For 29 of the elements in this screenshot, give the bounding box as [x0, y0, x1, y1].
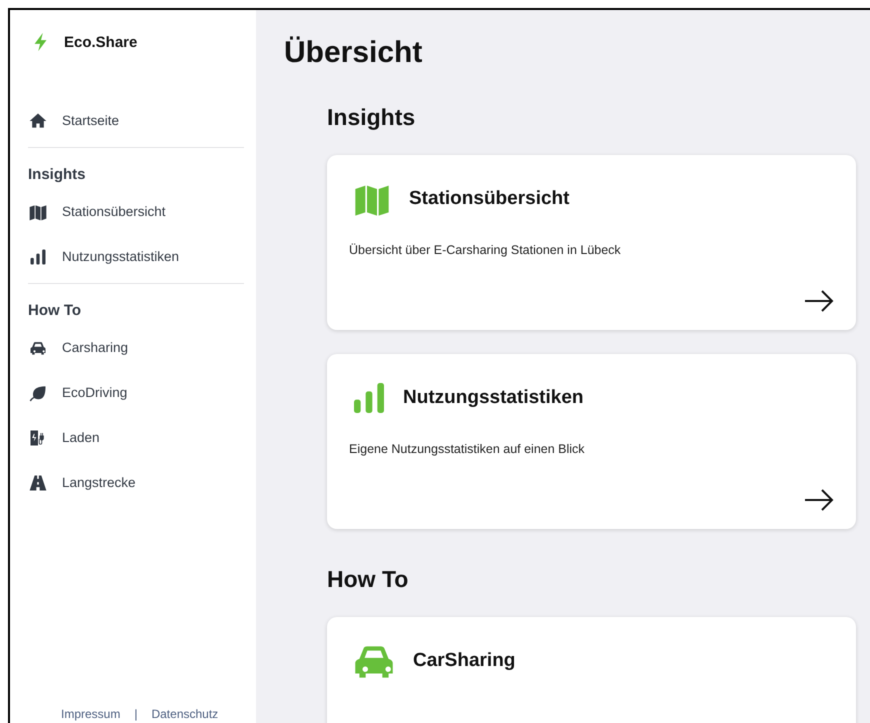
feature-card[interactable]: Stationsübersicht Übersicht über E-Carsharing Stationen in Lübeck: [327, 155, 856, 330]
arrow-right-icon: [804, 290, 834, 312]
card-title: Nutzungsstatistiken: [403, 387, 584, 409]
section-heading: Insights: [327, 104, 416, 131]
home-icon: [28, 110, 48, 130]
nav-item[interactable]: Langstrecke: [28, 460, 244, 505]
nav-item[interactable]: Stationsübersicht: [28, 189, 244, 234]
card-title: CarSharing: [413, 650, 516, 672]
nav-item[interactable]: Nutzungsstatistiken: [28, 234, 244, 279]
section-heading: Insights: [28, 165, 87, 185]
nav-item[interactable]: EcoDriving: [28, 370, 244, 415]
arrow-right-icon: [804, 489, 834, 511]
bar-chart-icon: [28, 246, 48, 266]
feature-card[interactable]: Nutzungsstatistiken Eigene Nutzungsstatistiken auf einen Blick: [327, 354, 856, 529]
card-description: Übersicht über E-Carsharing Stationen in Lübeck: [349, 243, 622, 257]
feature-card[interactable]: CarSharing: [327, 617, 856, 723]
section-heading: How To: [327, 566, 410, 593]
footer-link[interactable]: Impressum: [61, 707, 120, 721]
card-description: Eigene Nutzungsstatistiken auf einen Blick: [349, 442, 586, 456]
section-heading: How To: [28, 301, 82, 321]
page-title: Übersicht: [284, 36, 424, 70]
nav-item[interactable]: Startseite: [28, 98, 244, 143]
link-separator: |: [134, 707, 138, 721]
brand-name: Eco.Share: [64, 34, 138, 50]
card-title: Stationsübersicht: [409, 188, 570, 210]
footer-link[interactable]: Datenschutz: [151, 707, 218, 721]
nav-item[interactable]: Laden: [28, 415, 244, 460]
nav-item[interactable]: Carsharing: [28, 325, 244, 370]
road-icon: [28, 472, 48, 492]
